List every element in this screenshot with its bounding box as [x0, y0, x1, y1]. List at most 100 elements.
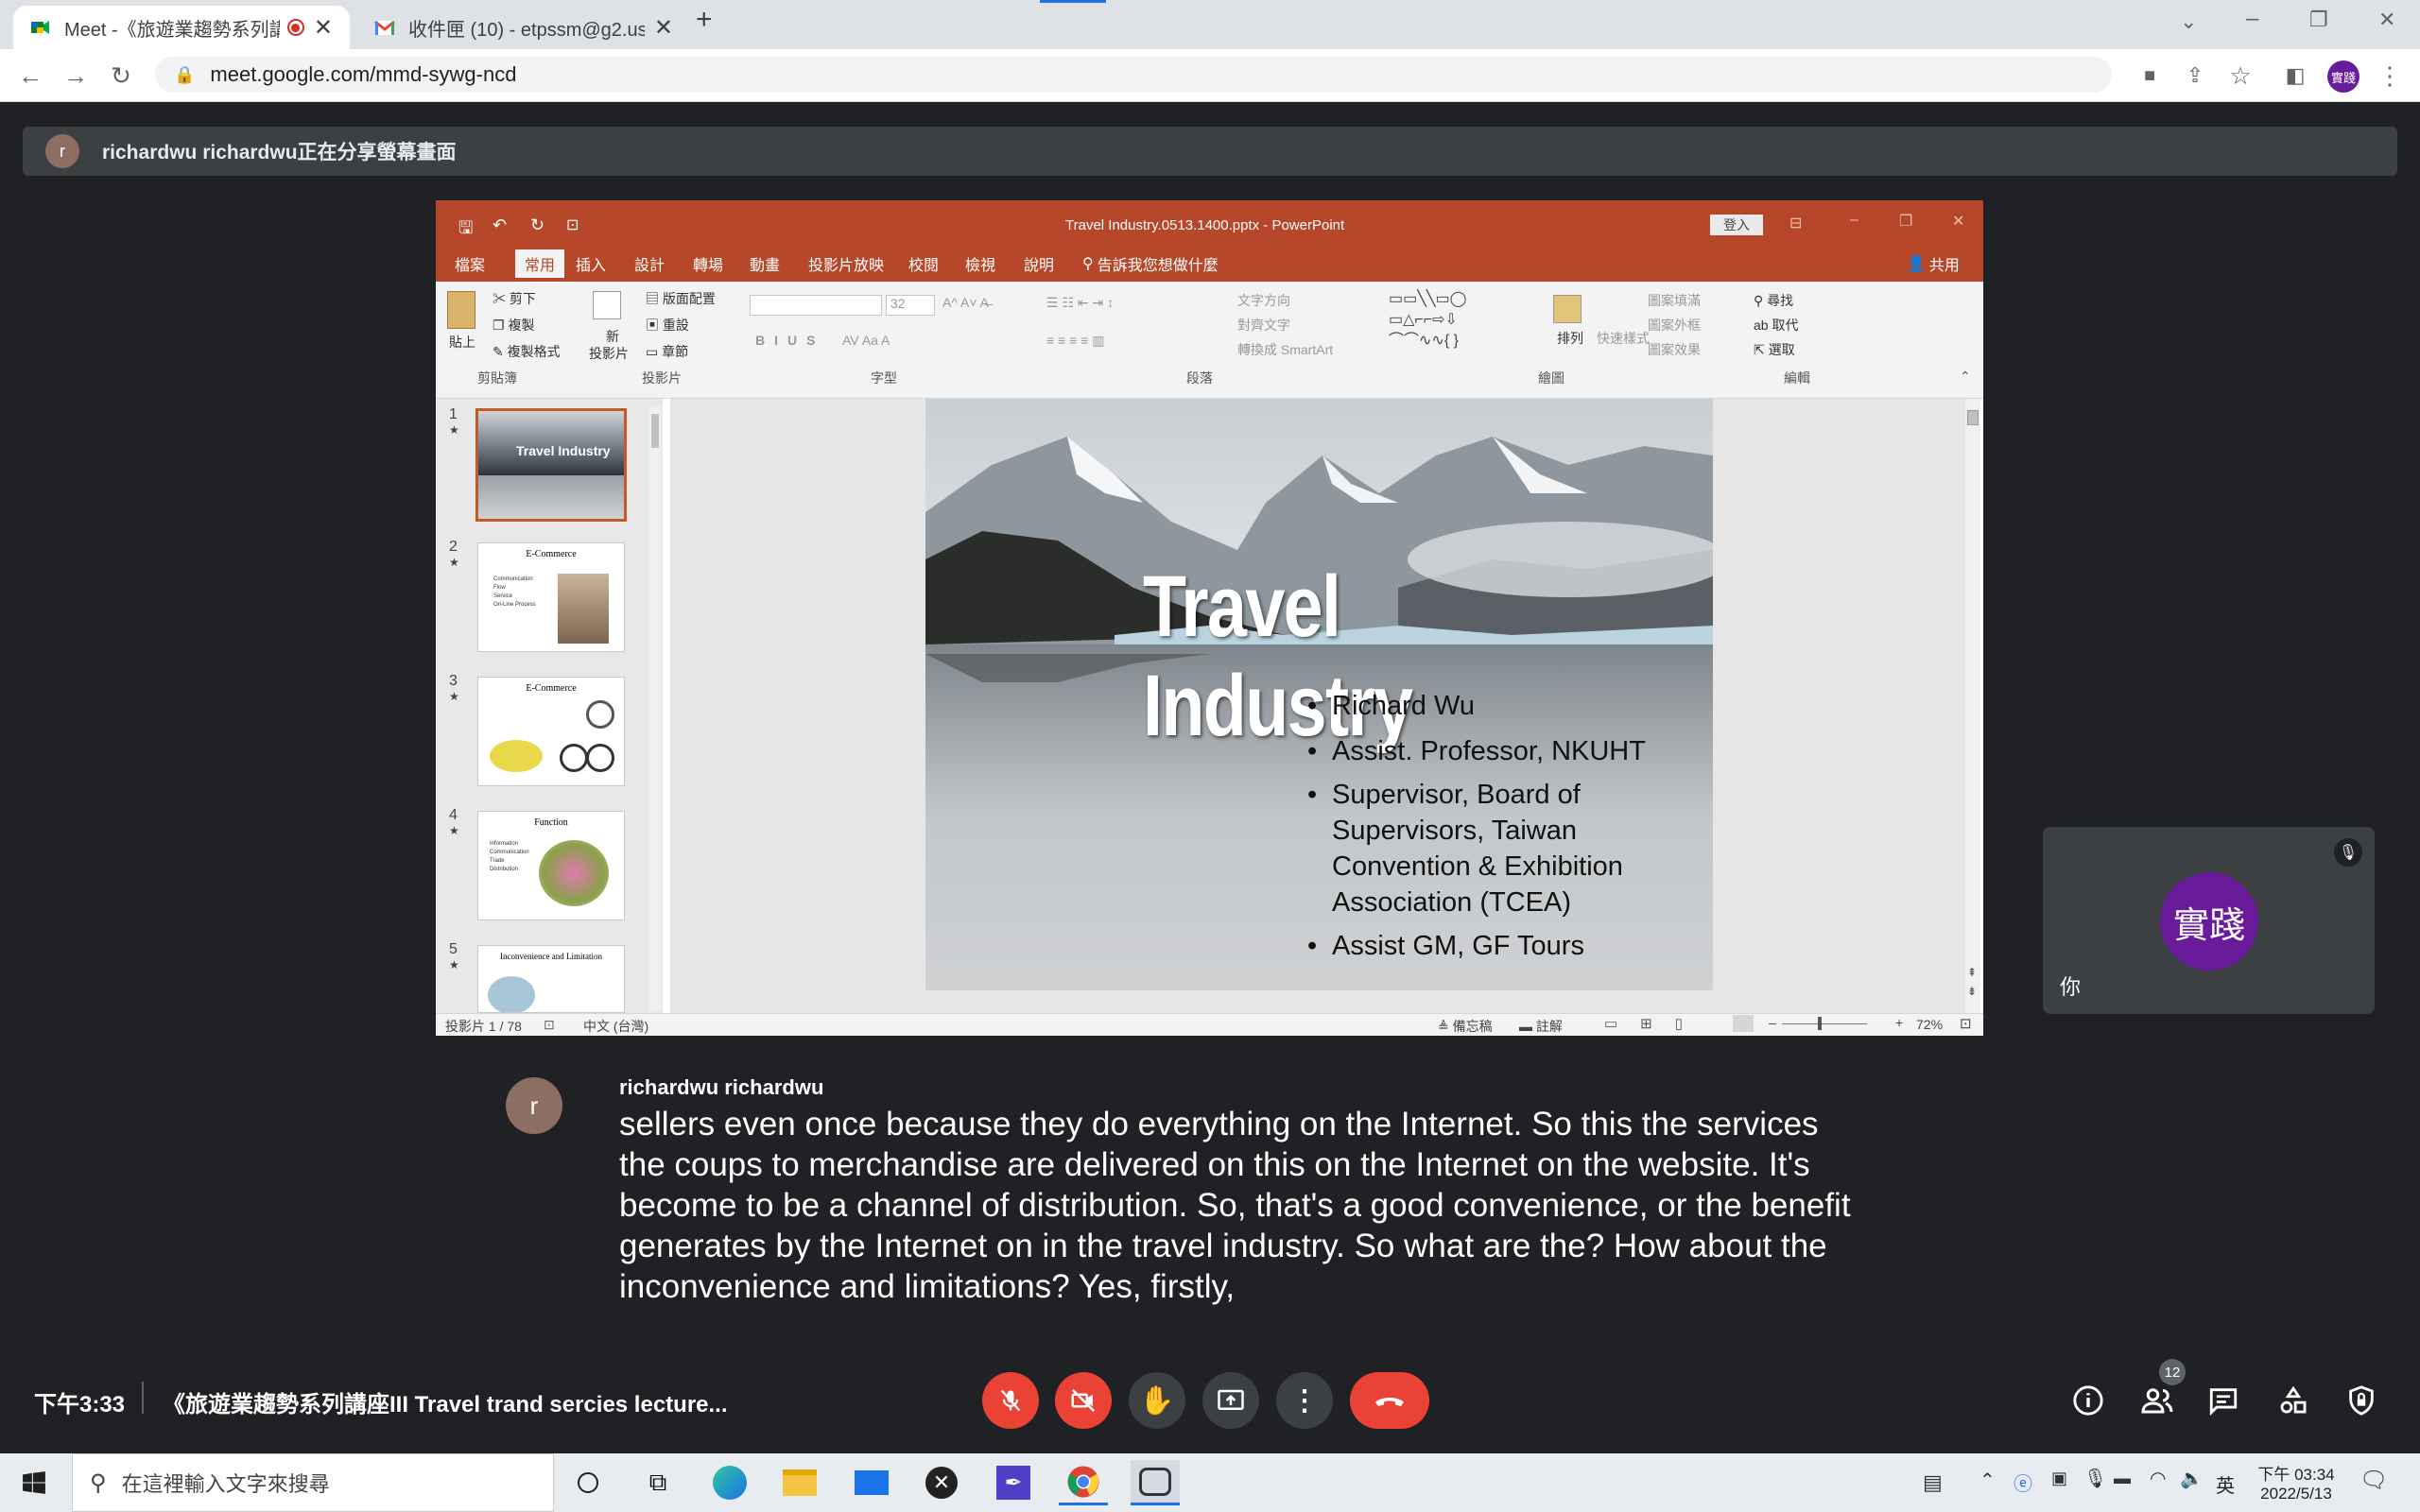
arrange-button[interactable]: 排列: [1557, 329, 1583, 348]
redo-icon[interactable]: ↻: [530, 215, 544, 235]
participants-button[interactable]: [2136, 1380, 2178, 1421]
share-button[interactable]: 👤 共用: [1907, 249, 1960, 278]
replace-button[interactable]: ab 取代: [1754, 316, 1798, 335]
find-button[interactable]: ⚲ 尋找: [1754, 291, 1793, 310]
host-controls-button[interactable]: [2341, 1380, 2382, 1421]
cut-button[interactable]: ✂ 剪下: [493, 289, 536, 308]
menu-icon[interactable]: ⋮: [2373, 59, 2407, 93]
tab-review[interactable]: 校閱: [908, 249, 939, 278]
section-button[interactable]: ▭ 章節: [646, 342, 688, 361]
slide-thumbnail-2[interactable]: E-Commerce Communication Flow Service On…: [477, 542, 625, 652]
address-bar[interactable]: 🔒 meet.google.com/mmd-sywg-ncd: [155, 57, 2112, 93]
edge-app[interactable]: [705, 1460, 754, 1505]
mic-tray-icon[interactable]: 🎙: [2083, 1467, 2107, 1490]
present-icon[interactable]: ⊡: [566, 215, 579, 234]
spelling-icon[interactable]: ⊡: [544, 1017, 555, 1033]
new-slide-label2[interactable]: 投影片: [589, 344, 629, 363]
select-button[interactable]: ⇱ 選取: [1754, 340, 1795, 359]
tab-slideshow[interactable]: 投影片放映: [808, 249, 884, 278]
reload-icon[interactable]: ↻: [104, 59, 138, 93]
zoom-out-icon[interactable]: –: [1769, 1015, 1776, 1030]
tab-help[interactable]: 說明: [1024, 249, 1054, 278]
new-tab-button[interactable]: +: [696, 4, 713, 36]
zoom-slider[interactable]: [1782, 1023, 1867, 1024]
collapse-ribbon-icon[interactable]: ⌃: [1960, 369, 1971, 385]
volume-icon[interactable]: 🔈: [2180, 1467, 2204, 1490]
leave-call-button[interactable]: [1350, 1372, 1429, 1429]
next-slide-icon[interactable]: ⇟: [1967, 985, 1977, 998]
ribbon-display-icon[interactable]: ⊟: [1789, 214, 1802, 232]
shape-effects-button[interactable]: 圖案效果: [1648, 340, 1701, 359]
fit-to-window-icon[interactable]: ⊡: [1960, 1015, 1972, 1032]
undo-icon[interactable]: ↶: [493, 215, 507, 235]
tab-gmail[interactable]: 收件匣 (10) - etpssm@g2.usc.e ✕: [357, 6, 690, 49]
chat-button[interactable]: [2203, 1380, 2244, 1421]
thumb-scroll-thumb[interactable]: [651, 414, 659, 448]
wifi-icon[interactable]: ◠: [2150, 1467, 2166, 1490]
cortana-button[interactable]: [563, 1460, 613, 1505]
thumb-scrollbar[interactable]: [649, 406, 661, 1011]
current-slide[interactable]: Travel Industry • Richard Wu • Assist. Pro…: [925, 399, 1713, 990]
minimize-icon[interactable]: –: [2246, 6, 2258, 32]
share-icon[interactable]: ⇪: [2178, 59, 2212, 93]
slide-thumbnail-4[interactable]: Function Information Communication Trade…: [477, 811, 625, 920]
layout-button[interactable]: ▤ 版面配置: [646, 289, 716, 308]
zoom-in-icon[interactable]: +: [1895, 1015, 1903, 1030]
photos-app[interactable]: [1131, 1460, 1180, 1505]
quick-styles-button[interactable]: 快速樣式: [1597, 329, 1650, 348]
shape-fill-button[interactable]: 圖案填滿: [1648, 291, 1701, 310]
list-icons[interactable]: ☰ ☷ ⇤ ⇥ ↕: [1046, 295, 1114, 311]
slide-thumbnail-1[interactable]: Travel Industry: [475, 408, 627, 522]
copy-button[interactable]: ❐ 複製: [493, 316, 534, 335]
paste-button[interactable]: 貼上: [449, 333, 475, 352]
file-explorer-app[interactable]: [775, 1460, 824, 1505]
ppt-restore-icon[interactable]: ❐: [1899, 212, 1912, 231]
ppt-minimize-icon[interactable]: –: [1850, 212, 1858, 229]
forward-icon[interactable]: →: [59, 59, 93, 93]
align-text-button[interactable]: 對齊文字: [1237, 316, 1290, 335]
close-window-icon[interactable]: ✕: [2378, 8, 2395, 32]
save-icon[interactable]: 🖫: [458, 216, 473, 245]
battery-icon[interactable]: ▬: [2114, 1469, 2131, 1488]
close-tab-icon[interactable]: ✕: [654, 14, 673, 42]
smartart-button[interactable]: 轉換成 SmartArt: [1237, 340, 1333, 359]
keyboard-icon[interactable]: ▤: [1923, 1470, 1943, 1495]
meet-tray-icon[interactable]: ▣: [2051, 1469, 2067, 1488]
back-icon[interactable]: ←: [13, 59, 47, 93]
more-options-button[interactable]: ⋮: [1276, 1372, 1333, 1429]
show-hidden-icons[interactable]: ⌃: [1979, 1469, 1996, 1492]
camera-icon[interactable]: ■: [2133, 59, 2167, 93]
format-painter-button[interactable]: ✎ 複製格式: [493, 342, 561, 361]
xbox-app[interactable]: ✕: [917, 1460, 966, 1505]
shapes-gallery[interactable]: ▭▭╲╲▭◯ ▭△⌐⌐⇨⇩ ⌒⌒∿∿{ }: [1389, 289, 1540, 355]
tab-meet[interactable]: Meet -《旅遊業趨勢系列講 ✕: [13, 6, 350, 49]
self-video-tile[interactable]: 實踐 🎙 你: [2043, 827, 2375, 1014]
ime-indicator[interactable]: 英: [2216, 1470, 2235, 1498]
side-panel-icon[interactable]: ◧: [2278, 59, 2312, 93]
zoom-slider-thumb[interactable]: [1818, 1017, 1822, 1030]
slide-thumbnail-5[interactable]: Inconvenience and Limitation: [477, 945, 625, 1013]
raise-hand-button[interactable]: ✋: [1129, 1372, 1185, 1429]
view-buttons[interactable]: ▭⊞▯: [1604, 1015, 1705, 1032]
tab-view[interactable]: 檢視: [965, 249, 995, 278]
close-tab-icon[interactable]: ✕: [314, 14, 333, 42]
notification-icon[interactable]: 🗨: [2360, 1467, 2388, 1494]
new-slide-label[interactable]: 新: [606, 327, 619, 346]
slideshow-view-icon[interactable]: [1733, 1015, 1754, 1032]
slide-thumbnail-3[interactable]: E-Commerce: [477, 677, 625, 786]
prev-slide-icon[interactable]: ⇞: [1967, 966, 1977, 979]
paste-icon[interactable]: [447, 291, 475, 329]
arrange-icon[interactable]: [1553, 295, 1582, 323]
pen-app[interactable]: ✒: [989, 1460, 1038, 1505]
align-icons[interactable]: ≡ ≡ ≡ ≡ ▥: [1046, 333, 1104, 349]
mic-off-button[interactable]: [982, 1372, 1039, 1429]
present-now-button[interactable]: [1202, 1372, 1259, 1429]
camera-off-button[interactable]: [1055, 1372, 1112, 1429]
notes-button[interactable]: ≜ 備忘稿: [1438, 1017, 1493, 1036]
tab-file[interactable]: 檔案: [455, 249, 485, 278]
tab-insert[interactable]: 插入: [576, 249, 606, 278]
slide-scrollbar[interactable]: [1965, 399, 1980, 1013]
mail-app[interactable]: [847, 1460, 896, 1505]
tab-transitions[interactable]: 轉場: [693, 249, 723, 278]
meeting-details-button[interactable]: [2067, 1380, 2109, 1421]
